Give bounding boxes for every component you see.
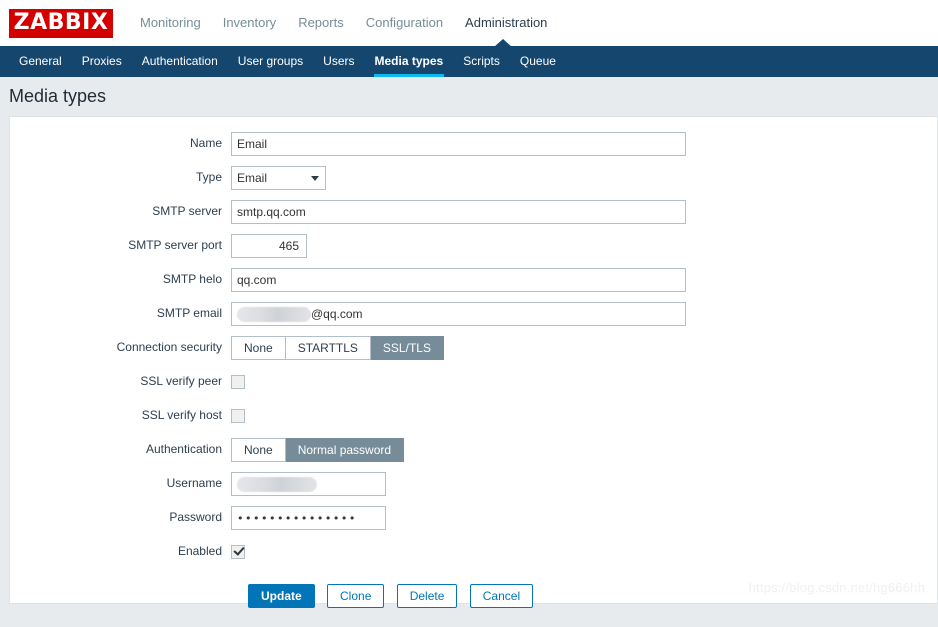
control-name bbox=[231, 130, 937, 156]
form-row-smtp-helo: SMTP helo bbox=[10, 266, 937, 300]
update-button[interactable]: Update bbox=[248, 584, 315, 608]
sidebar-item-queue[interactable]: Queue bbox=[510, 46, 566, 77]
authentication-segmented: None Normal password bbox=[231, 438, 405, 462]
watermark-text: https://blog.csdn.net/hg666hh bbox=[748, 580, 925, 595]
form-row-smtp-email: SMTP email @qq.com bbox=[10, 300, 937, 334]
main-menu-item-configuration[interactable]: Configuration bbox=[355, 0, 454, 46]
page-title-bar: Media types bbox=[0, 77, 938, 116]
cancel-button[interactable]: Cancel bbox=[469, 584, 534, 608]
sidebar-item-general[interactable]: General bbox=[9, 46, 72, 77]
main-menu-item-reports[interactable]: Reports bbox=[287, 0, 355, 46]
redaction-blob-username bbox=[237, 477, 317, 493]
label-type: Type bbox=[195, 170, 222, 184]
connection-security-option-starttls[interactable]: STARTTLS bbox=[285, 336, 371, 360]
form-row-enabled: Enabled bbox=[10, 538, 937, 572]
password-masked-value: ••••••••••••••• bbox=[237, 512, 357, 525]
chevron-down-icon bbox=[311, 176, 319, 181]
form-row-name: Name bbox=[10, 130, 937, 164]
sidebar-item-media-types[interactable]: Media types bbox=[365, 46, 454, 77]
label-smtp-email: SMTP email bbox=[156, 306, 222, 320]
sidebar-item-user-groups[interactable]: User groups bbox=[228, 46, 313, 77]
name-input[interactable] bbox=[231, 132, 686, 156]
control-enabled bbox=[231, 538, 937, 559]
enabled-checkbox[interactable] bbox=[231, 545, 245, 559]
control-smtp-helo bbox=[231, 266, 937, 292]
form-row-smtp-server-port: SMTP server port bbox=[10, 232, 937, 266]
connection-security-option-ssl-tls[interactable]: SSL/TLS bbox=[370, 336, 444, 360]
authentication-option-none[interactable]: None bbox=[231, 438, 286, 462]
zabbix-logo[interactable]: ZABBIX bbox=[9, 8, 113, 38]
password-input[interactable]: ••••••••••••••• bbox=[231, 506, 386, 530]
sidebar-item-scripts[interactable]: Scripts bbox=[453, 46, 510, 77]
label-password: Password bbox=[169, 510, 222, 524]
smtp-email-suffix: @qq.com bbox=[311, 307, 363, 321]
label-ssl-verify-peer: SSL verify peer bbox=[140, 374, 222, 388]
control-smtp-server-port bbox=[231, 232, 937, 258]
top-header: ZABBIX Monitoring Inventory Reports Conf… bbox=[0, 0, 938, 46]
label-smtp-server: SMTP server bbox=[152, 204, 222, 218]
label-username: Username bbox=[166, 476, 222, 490]
ssl-verify-host-checkbox[interactable] bbox=[231, 409, 245, 423]
label-connection-security: Connection security bbox=[116, 340, 222, 354]
form-row-smtp-server: SMTP server bbox=[10, 198, 937, 232]
type-select[interactable]: Email bbox=[231, 166, 326, 190]
media-type-form: Name Type Email SMTP server SMTP server … bbox=[9, 116, 938, 608]
label-authentication: Authentication bbox=[145, 442, 222, 456]
delete-button[interactable]: Delete bbox=[396, 584, 458, 608]
sidebar-item-users[interactable]: Users bbox=[313, 46, 364, 77]
smtp-server-input[interactable] bbox=[231, 200, 686, 224]
control-smtp-server bbox=[231, 198, 937, 224]
form-row-username: Username bbox=[10, 470, 937, 504]
form-row-ssl-verify-host: SSL verify host bbox=[10, 402, 937, 436]
ssl-verify-peer-checkbox[interactable] bbox=[231, 375, 245, 389]
sub-navigation: General Proxies Authentication User grou… bbox=[0, 39, 938, 77]
control-connection-security: None STARTTLS SSL/TLS bbox=[231, 334, 937, 360]
control-password: ••••••••••••••• bbox=[231, 504, 937, 530]
main-menu-item-monitoring[interactable]: Monitoring bbox=[129, 0, 212, 46]
control-username bbox=[231, 470, 937, 496]
form-row-ssl-verify-peer: SSL verify peer bbox=[10, 368, 937, 402]
form-row-password: Password ••••••••••••••• bbox=[10, 504, 937, 538]
page-title: Media types bbox=[9, 86, 107, 106]
connection-security-segmented: None STARTTLS SSL/TLS bbox=[231, 336, 444, 360]
username-input[interactable] bbox=[231, 472, 386, 496]
form-row-connection-security: Connection security None STARTTLS SSL/TL… bbox=[10, 334, 937, 368]
control-smtp-email: @qq.com bbox=[231, 300, 937, 326]
form-row-authentication: Authentication None Normal password bbox=[10, 436, 937, 470]
form-row-type: Type Email bbox=[10, 164, 937, 198]
clone-button[interactable]: Clone bbox=[327, 584, 385, 608]
control-ssl-verify-host bbox=[231, 402, 937, 423]
label-name: Name bbox=[189, 136, 222, 150]
label-smtp-server-port: SMTP server port bbox=[128, 238, 222, 252]
authentication-option-normal-password[interactable]: Normal password bbox=[285, 438, 405, 462]
control-authentication: None Normal password bbox=[231, 436, 937, 462]
label-smtp-helo: SMTP helo bbox=[162, 272, 222, 286]
connection-security-option-none[interactable]: None bbox=[231, 336, 286, 360]
smtp-email-input[interactable]: @qq.com bbox=[231, 302, 686, 326]
label-ssl-verify-host: SSL verify host bbox=[141, 408, 222, 422]
smtp-helo-input[interactable] bbox=[231, 268, 686, 292]
smtp-server-port-input[interactable] bbox=[231, 234, 307, 258]
redaction-blob-email bbox=[237, 307, 311, 323]
label-enabled: Enabled bbox=[177, 544, 222, 558]
control-type: Email bbox=[231, 164, 937, 193]
main-menu-item-inventory[interactable]: Inventory bbox=[212, 0, 287, 46]
type-select-value: Email bbox=[237, 171, 268, 185]
control-ssl-verify-peer bbox=[231, 368, 937, 389]
sidebar-item-proxies[interactable]: Proxies bbox=[72, 46, 132, 77]
sidebar-item-authentication[interactable]: Authentication bbox=[132, 46, 228, 77]
